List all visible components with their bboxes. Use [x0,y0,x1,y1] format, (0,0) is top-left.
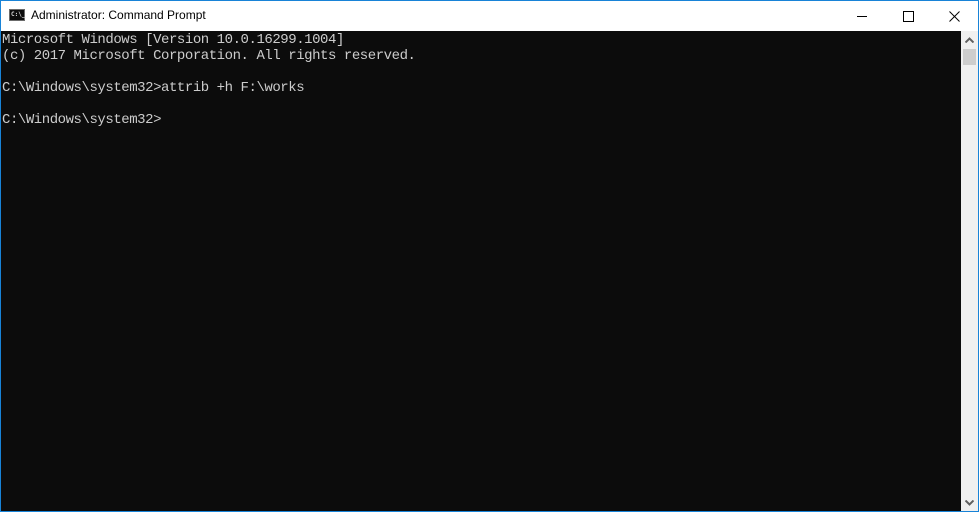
console-prompt-line: C:\Windows\system32> [2,112,162,128]
minimize-icon [857,15,867,17]
maximize-button[interactable] [885,1,931,31]
minimize-button[interactable] [839,1,885,31]
console-line: Microsoft Windows [Version 10.0.16299.10… [2,32,344,48]
scrollbar-thumb[interactable] [963,49,976,65]
scroll-up-button[interactable] [961,31,978,48]
close-icon [948,10,960,22]
window-title: Administrator: Command Prompt [31,8,206,22]
chevron-down-icon [965,499,974,506]
console-line: C:\Windows\system32>attrib +h F:\works [2,80,305,96]
console-output[interactable]: Microsoft Windows [Version 10.0.16299.10… [1,31,961,511]
title-bar[interactable]: C:\_ Administrator: Command Prompt [1,1,978,31]
cmd-app-icon[interactable]: C:\_ [9,9,25,21]
scroll-down-button[interactable] [961,494,978,511]
command-prompt-window: C:\_ Administrator: Command Prompt Micro… [0,0,979,512]
close-button[interactable] [931,1,977,31]
maximize-icon [902,10,914,22]
console-line: (c) 2017 Microsoft Corporation. All righ… [2,48,416,64]
chevron-up-icon [965,36,974,43]
vertical-scrollbar[interactable] [961,31,978,511]
